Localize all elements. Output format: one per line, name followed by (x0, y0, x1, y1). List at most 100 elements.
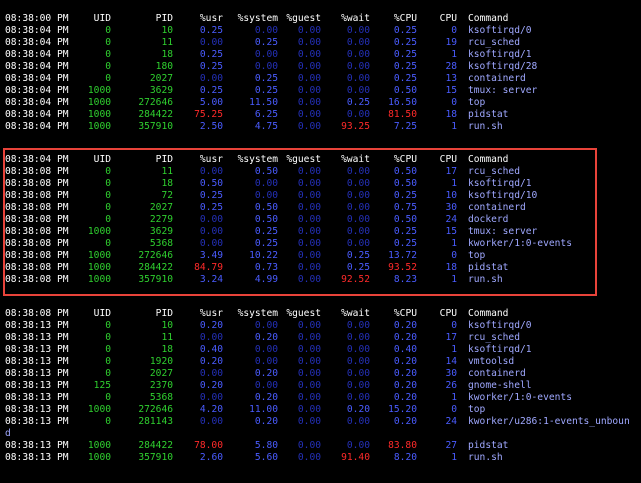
row-cpu-number: 24 (445, 416, 457, 427)
row-uid: 1000 (87, 404, 111, 415)
row-guest: 0.00 (297, 109, 321, 120)
row-pid: 10 (161, 320, 173, 331)
row-time: 08:38:13 PM (5, 404, 69, 415)
row-uid: 0 (105, 368, 111, 379)
row-guest: 0.00 (297, 320, 321, 331)
row-cpu: 0.20 (393, 380, 417, 391)
row-cpu: 0.25 (393, 37, 417, 48)
row-cpu-number: 26 (445, 380, 457, 391)
row-usr: 2.60 (199, 452, 223, 463)
row-usr: 0.00 (199, 368, 223, 379)
row-guest: 0.00 (297, 392, 321, 403)
row-cpu: 0.20 (393, 332, 417, 343)
row-command: top (468, 404, 486, 415)
row-cpu-number: 0 (451, 97, 457, 108)
row-pid: 2027 (149, 73, 173, 84)
row-cpu-number: 14 (445, 356, 457, 367)
row-cpu-number: 1 (451, 452, 457, 463)
row-system: 0.25 (254, 37, 278, 48)
row-time: 08:38:04 PM (5, 85, 69, 96)
row-pid: 2370 (149, 380, 173, 391)
row-system: 0.00 (254, 61, 278, 72)
row-guest: 0.00 (297, 368, 321, 379)
row-command: run.sh (468, 452, 503, 463)
header-guest: %guest (286, 308, 321, 319)
row-guest: 0.00 (297, 440, 321, 451)
row-system: 0.00 (254, 380, 278, 391)
row-guest: 0.00 (297, 416, 321, 427)
row-guest: 0.00 (297, 121, 321, 132)
row-wait: 0.00 (346, 344, 370, 355)
row-uid: 0 (105, 392, 111, 403)
row-cpu: 0.20 (393, 368, 417, 379)
header-time: 08:38:00 PM (5, 13, 69, 24)
row-cpu-number: 0 (451, 25, 457, 36)
header-time: 08:38:08 PM (5, 308, 69, 319)
process-row: 08:38:13 PM 0 2027 0.00 0.20 0.00 0.00 0.20 30 co… (0, 368, 641, 380)
row-command: top (468, 97, 486, 108)
row-pid: 281143 (138, 416, 173, 427)
row-uid: 0 (105, 25, 111, 36)
row-pid: 357910 (138, 121, 173, 132)
process-row: 08:38:04 PM 1000 284422 75.25 6.25 0.00 0.00 81… (0, 109, 641, 121)
row-uid: 125 (93, 380, 111, 391)
row-system: 4.75 (254, 121, 278, 132)
row-command: run.sh (468, 121, 503, 132)
row-command: ksoftirqd/28 (468, 61, 538, 72)
row-cpu: 0.20 (393, 320, 417, 331)
row-guest: 0.00 (297, 452, 321, 463)
row-time: 08:38:13 PM (5, 368, 69, 379)
row-guest: 0.00 (297, 97, 321, 108)
row-cpu: 0.20 (393, 416, 417, 427)
row-time: 08:38:04 PM (5, 61, 69, 72)
process-row: 08:38:13 PM 1000 272646 4.20 11.00 0.00 0.20 15… (0, 404, 641, 416)
row-system: 0.00 (254, 320, 278, 331)
row-guest: 0.00 (297, 49, 321, 60)
row-pid: 3629 (149, 85, 173, 96)
row-command: rcu_sched (468, 37, 520, 48)
header-usr: %usr (199, 308, 223, 319)
process-row: 08:38:13 PM 0 18 0.40 0.00 0.00 0.00 0.40 1 ksoft… (0, 344, 641, 356)
row-wait: 0.00 (346, 85, 370, 96)
process-row: 08:38:13 PM 125 2370 0.20 0.00 0.00 0.00 0.20 26… (0, 380, 641, 392)
row-time: 08:38:04 PM (5, 49, 69, 60)
row-wait: 0.00 (346, 25, 370, 36)
row-wait: 0.00 (346, 109, 370, 120)
header-guest: %guest (286, 13, 321, 24)
row-cpu: 81.50 (388, 109, 417, 120)
row-cpu: 0.40 (393, 344, 417, 355)
row-time: 08:38:13 PM (5, 320, 69, 331)
row-usr: 2.50 (199, 121, 223, 132)
row-cpu-number: 27 (445, 440, 457, 451)
row-system: 0.20 (254, 416, 278, 427)
row-cpu-number: 0 (451, 404, 457, 415)
header-wait: %wait (341, 308, 370, 319)
row-command: pidstat (468, 440, 509, 451)
row-usr: 0.00 (199, 37, 223, 48)
row-uid: 0 (105, 49, 111, 60)
row-cpu: 15.20 (388, 404, 417, 415)
process-row: 08:38:04 PM 0 2027 0.00 0.25 0.00 0.00 0.25 13 co… (0, 73, 641, 85)
row-system: 0.00 (254, 344, 278, 355)
row-usr: 5.00 (199, 97, 223, 108)
row-wait: 0.00 (346, 49, 370, 60)
process-row: 08:38:13 PM 0 11 0.00 0.20 0.00 0.00 0.20 17 rcu_… (0, 332, 641, 344)
row-uid: 0 (105, 73, 111, 84)
row-usr: 0.25 (199, 25, 223, 36)
highlight-box (3, 148, 597, 296)
row-guest: 0.00 (297, 344, 321, 355)
row-cpu: 0.25 (393, 25, 417, 36)
row-wait: 0.00 (346, 416, 370, 427)
row-pid: 18 (161, 344, 173, 355)
row-cpu: 16.50 (388, 97, 417, 108)
row-wait: 0.00 (346, 37, 370, 48)
process-row: 08:38:13 PM 0 1920 0.20 0.00 0.00 0.00 0.20 14 vm… (0, 356, 641, 368)
row-system: 0.20 (254, 368, 278, 379)
row-cpu: 0.20 (393, 392, 417, 403)
row-system: 5.60 (254, 452, 278, 463)
row-system: 11.50 (249, 97, 278, 108)
row-time: 08:38:13 PM (5, 380, 69, 391)
row-uid: 1000 (87, 121, 111, 132)
row-time: 08:38:04 PM (5, 121, 69, 132)
row-time: 08:38:13 PM (5, 392, 69, 403)
